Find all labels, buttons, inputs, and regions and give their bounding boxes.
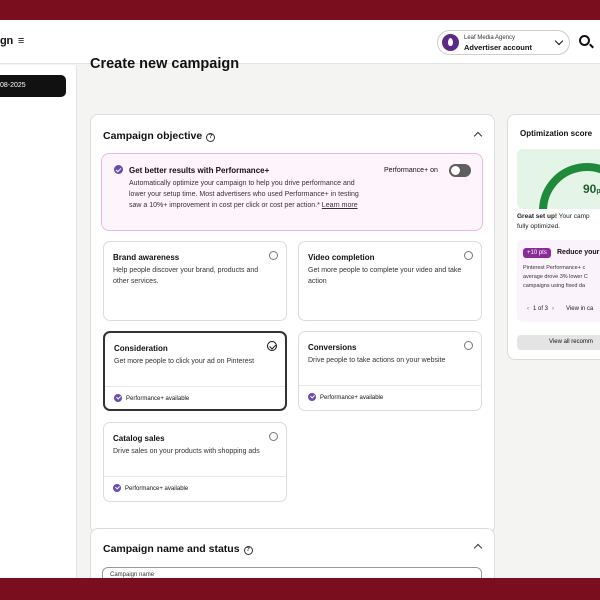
chevron-left-icon[interactable]: ‹ [527,306,529,312]
option-divider [104,476,286,477]
performance-plus-banner: Get better results with Performance+ Aut… [101,153,483,231]
campaign-objective-title: Campaign objective? [103,130,216,142]
option-title: Catalog sales [113,434,165,443]
option-radio[interactable] [269,432,278,441]
optimization-score-title: Optimization score [520,129,593,138]
setup-bold: Great set up! [517,213,558,220]
brand-menu[interactable]: gn ≡ [0,35,24,47]
sidebar: 08-2025 [0,65,77,578]
performance-available-text: Performance+ available [320,395,384,401]
campaign-name-input[interactable]: Campaign name [102,567,482,578]
setup-rest: Your camp [557,213,590,220]
score-value: 90pt [583,182,600,196]
help-icon[interactable]: ? [206,133,216,142]
option-radio[interactable] [464,251,473,260]
option-description: Get more people to complete your video a… [308,267,462,285]
recommendation-title: Reduce your [557,249,600,256]
score-gauge-panel: 90pt [517,149,600,209]
setup-line2: fully optimized. [517,223,560,230]
objective-option-conversions[interactable]: Conversions Drive people to take actions… [298,331,482,411]
check-badge-icon [114,394,122,402]
chevron-right-icon[interactable]: › [552,306,554,312]
performance-available-label: Performance+ available [113,484,188,492]
campaign-objective-title-text: Campaign objective [103,130,203,142]
option-divider [105,386,285,387]
account-name: Advertiser account [464,43,532,52]
objective-option-consideration[interactable]: Consideration Get more people to click y… [103,331,287,411]
brand-label: gn [0,35,14,47]
objective-option-brand-awareness[interactable]: Brand awareness Help people discover you… [103,241,287,321]
check-badge-icon [114,165,123,174]
selected-check-icon[interactable] [267,341,277,351]
option-title: Video completion [308,253,375,262]
screen-frame-top [0,0,600,20]
option-description: Help people discover your brand, product… [113,267,259,285]
sidebar-date-pill[interactable]: 08-2025 [0,75,66,97]
option-description: Get more people to click your ad on Pint… [114,358,255,365]
account-logo-icon [442,34,459,51]
objective-option-video-completion[interactable]: Video completion Get more people to comp… [298,241,482,321]
score-suffix: pt [596,188,600,195]
screen-frame-bottom [0,578,600,600]
view-all-recommendations-button[interactable]: View all recomm [517,335,600,350]
option-title: Consideration [114,344,168,353]
search-icon[interactable] [579,35,590,46]
chevron-up-icon[interactable] [473,131,483,141]
campaign-name-status-card: Campaign name and status? Campaign name [90,528,495,578]
rec-desc-line-1: Pinterest Performance+ c [523,265,586,271]
option-title: Brand awareness [113,253,180,262]
learn-more-link[interactable]: Learn more [322,202,358,209]
option-description: Drive sales on your products with shoppi… [113,448,260,455]
score-gauge [539,163,600,209]
performance-title: Get better results with Performance+ [129,166,270,175]
option-title: Conversions [308,343,357,352]
setup-message: Great set up! Your camp fully optimized. [517,212,600,232]
rec-desc-line-3: campaigns using fixed da [523,283,586,289]
performance-description: Automatically optimize your campaign to … [129,178,369,211]
campaign-name-status-title: Campaign name and status? [103,543,253,555]
performance-available-label: Performance+ available [114,394,189,402]
account-agency: Leaf Media Agency [464,35,516,41]
recommendation-pager: ‹ 1 of 3 › View in ca [523,306,593,312]
campaign-name-status-title-text: Campaign name and status [103,543,240,555]
recommendation-card: +10 pts Reduce your Pinterest Performanc… [517,240,600,322]
check-badge-icon [308,393,316,401]
view-in-campaign-link[interactable]: View in ca [566,306,593,312]
menu-icon[interactable]: ≡ [18,35,24,47]
option-radio[interactable] [464,341,473,350]
page-title: Create new campaign [90,56,240,72]
performance-toggle-label: Performance+ on [384,167,438,174]
performance-available-label: Performance+ available [308,393,383,401]
account-switcher[interactable]: Leaf Media Agency Advertiser account [437,30,570,55]
performance-available-text: Performance+ available [125,486,189,492]
points-badge: +10 pts [523,248,551,258]
performance-available-text: Performance+ available [126,396,190,402]
performance-toggle[interactable] [449,164,471,177]
score-number: 90 [583,182,597,196]
option-description: Drive people to take actions on your web… [308,357,446,364]
app-window: gn ≡ Leaf Media Agency Advertiser accoun… [0,20,600,578]
check-badge-icon [113,484,121,492]
option-radio[interactable] [269,251,278,260]
chevron-up-icon[interactable] [473,543,483,553]
optimization-score-card: Optimization score 90pt Great set up! Yo… [507,114,600,360]
recommendation-description: Pinterest Performance+ c average drove 3… [523,264,600,291]
chevron-down-icon [554,36,564,46]
objective-option-catalog-sales[interactable]: Catalog sales Drive sales on your produc… [103,422,287,502]
help-icon[interactable]: ? [243,546,253,555]
rec-desc-line-2: average drove 3% lower C [523,274,588,280]
pager-count: 1 of 3 [533,306,549,312]
option-divider [299,385,481,386]
